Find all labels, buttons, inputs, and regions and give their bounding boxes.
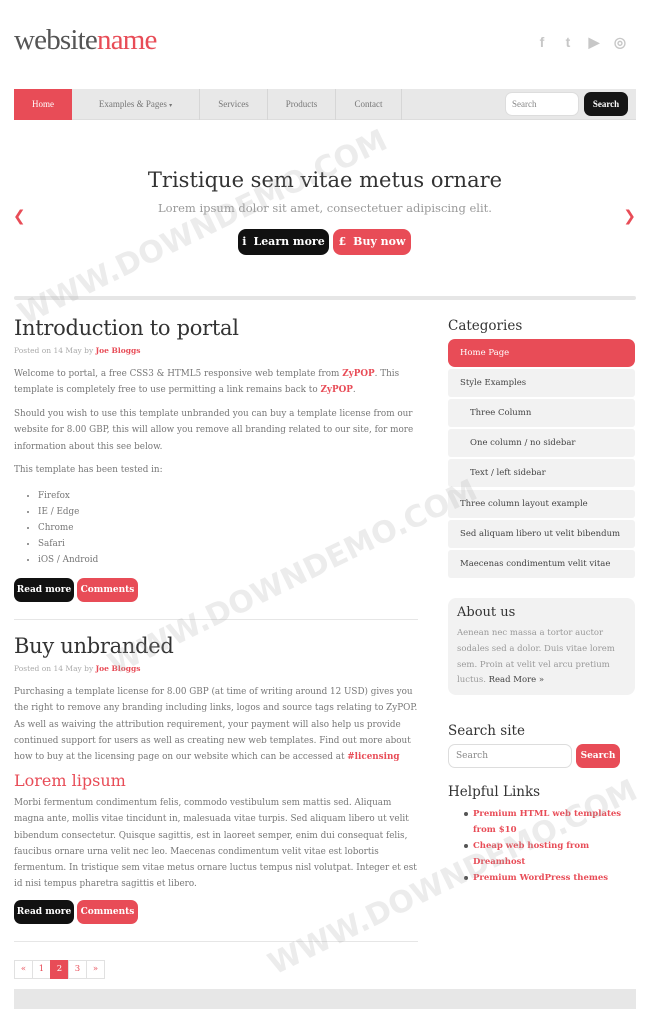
buy-now-label: Buy now	[353, 235, 406, 248]
list-item: IE / Edge	[38, 504, 98, 520]
pagination-next[interactable]: »	[86, 960, 105, 979]
post-divider	[14, 941, 418, 942]
nav-products[interactable]: Products	[268, 89, 336, 120]
youtube-icon[interactable]: ▶	[586, 34, 602, 50]
buy-now-button[interactable]: £ Buy now	[333, 229, 411, 255]
sidebar-item-three-column[interactable]: Three Column	[448, 399, 635, 427]
post2-comments-button[interactable]: Comments	[77, 900, 138, 924]
post2-p1-text: Purchasing a template license for 8.00 G…	[14, 687, 418, 763]
post-divider	[14, 619, 418, 620]
post1-read-more-button[interactable]: Read more	[14, 578, 74, 602]
logo-part2: name	[97, 24, 157, 56]
chevron-down-icon: ▾	[169, 103, 173, 109]
post1-meta-prefix: Posted on 14 May by	[14, 346, 94, 355]
watermark: WWW.DOWNDEMO.COM	[12, 122, 393, 333]
about-text: Aenean nec massa a tortor auctor sodales…	[457, 626, 629, 689]
helpful-links-title: Helpful Links	[448, 784, 541, 800]
logo-part1: website	[14, 24, 98, 56]
post2-meta: Posted on 14 May by Joe Bloggs	[14, 664, 140, 673]
post1-paragraph3: This template has been tested in:	[14, 465, 163, 475]
hero-divider	[14, 296, 636, 300]
licensing-link[interactable]: #licensing	[347, 752, 399, 762]
instagram-icon[interactable]: ◎	[612, 34, 628, 50]
hero-title: Tristique sem vitae metus ornare	[147, 168, 503, 192]
sidebar-item-three-column-layout[interactable]: Three column layout example	[448, 490, 635, 518]
footer	[14, 989, 636, 1009]
sidebar-item-style-examples[interactable]: Style Examples	[448, 369, 635, 397]
list-item: iOS / Android	[38, 552, 98, 568]
learn-more-label: Learn more	[253, 235, 325, 248]
pagination-page-2[interactable]: 2	[50, 960, 69, 979]
about-panel: About us Aenean nec massa a tortor aucto…	[448, 598, 635, 695]
nav-examples[interactable]: Examples & Pages ▾	[72, 89, 200, 120]
main-nav: Home Examples & Pages ▾ Services Product…	[14, 89, 636, 120]
post2-read-more-button[interactable]: Read more	[14, 900, 74, 924]
nav-services[interactable]: Services	[200, 89, 268, 120]
sidebar-item-maecenas[interactable]: Maecenas condimentum velit vitae	[448, 550, 635, 578]
sidebar-item-text-left-sidebar[interactable]: Text / left sidebar	[448, 459, 635, 487]
info-icon: i	[242, 235, 247, 248]
helpful-link-templates[interactable]: Premium HTML web templates from $10	[464, 806, 638, 838]
list-item: Safari	[38, 536, 98, 552]
sidebar-item-sed-aliquam[interactable]: Sed aliquam libero ut velit bibendum	[448, 520, 635, 548]
pagination-prev[interactable]: «	[14, 960, 33, 979]
sidebar-search-input[interactable]	[448, 744, 572, 768]
nav-examples-label: Examples & Pages	[98, 99, 167, 109]
helpful-link-wordpress[interactable]: Premium WordPress themes	[464, 870, 638, 886]
browser-list: Firefox IE / Edge Chrome Safari iOS / An…	[38, 488, 98, 568]
post1-zypop-link1[interactable]: ZyPOP	[342, 369, 374, 379]
post2-meta-prefix: Posted on 14 May by	[14, 664, 94, 673]
social-links: f t ▶ ◎	[534, 34, 628, 50]
post1-paragraph2: Should you wish to use this template unb…	[14, 409, 414, 452]
post2-title[interactable]: Buy unbranded	[14, 634, 174, 658]
pound-icon: £	[338, 235, 347, 248]
post1-title[interactable]: Introduction to portal	[14, 316, 239, 340]
nav-contact[interactable]: Contact	[336, 89, 402, 120]
pagination-page-1[interactable]: 1	[32, 960, 51, 979]
twitter-icon[interactable]: t	[560, 34, 576, 50]
about-read-more-link[interactable]: Read More »	[489, 675, 544, 685]
list-item: Firefox	[38, 488, 98, 504]
post2-paragraph1: Purchasing a template license for 8.00 G…	[14, 684, 419, 765]
facebook-icon[interactable]: f	[534, 34, 550, 50]
learn-more-button[interactable]: i Learn more	[238, 229, 329, 255]
list-item: Chrome	[38, 520, 98, 536]
about-title: About us	[457, 605, 516, 620]
helpful-link-hosting[interactable]: Cheap web hosting from Dreamhost	[464, 838, 638, 870]
sidebar-search-button[interactable]: Search	[576, 744, 620, 768]
post1-zypop-link2[interactable]: ZyPOP	[320, 385, 352, 395]
site-logo[interactable]: websitename	[14, 24, 157, 57]
post1-meta: Posted on 14 May by Joe Bloggs	[14, 346, 140, 355]
post2-paragraph2: Morbi fermentum condimentum felis, commo…	[14, 798, 417, 890]
sidebar-item-home[interactable]: Home Page	[448, 339, 635, 367]
sidebar-item-one-column[interactable]: One column / no sidebar	[448, 429, 635, 457]
nav-search-input[interactable]	[505, 92, 579, 116]
pagination-page-3[interactable]: 3	[68, 960, 87, 979]
post1-author[interactable]: Joe Bloggs	[96, 346, 141, 355]
hero-subtitle: Lorem ipsum dolor sit amet, consectetuer…	[158, 201, 492, 215]
search-site-title: Search site	[448, 723, 525, 739]
post1-p1-c: .	[352, 385, 356, 396]
categories-title: Categories	[448, 318, 523, 334]
nav-home[interactable]: Home	[14, 89, 72, 120]
post2-subheading: Lorem lipsum	[14, 771, 126, 790]
post1-paragraph1: Welcome to portal, a free CSS3 & HTML5 r…	[14, 366, 419, 399]
helpful-links-list: Premium HTML web templates from $10 Chea…	[464, 806, 638, 886]
pagination: « 1 2 3 »	[14, 960, 105, 979]
post1-p1-a: Welcome to portal, a free CSS3 & HTML5 r…	[14, 369, 340, 379]
post2-author[interactable]: Joe Bloggs	[96, 664, 141, 673]
post1-comments-button[interactable]: Comments	[77, 578, 138, 602]
nav-search-button[interactable]: Search	[584, 92, 628, 116]
